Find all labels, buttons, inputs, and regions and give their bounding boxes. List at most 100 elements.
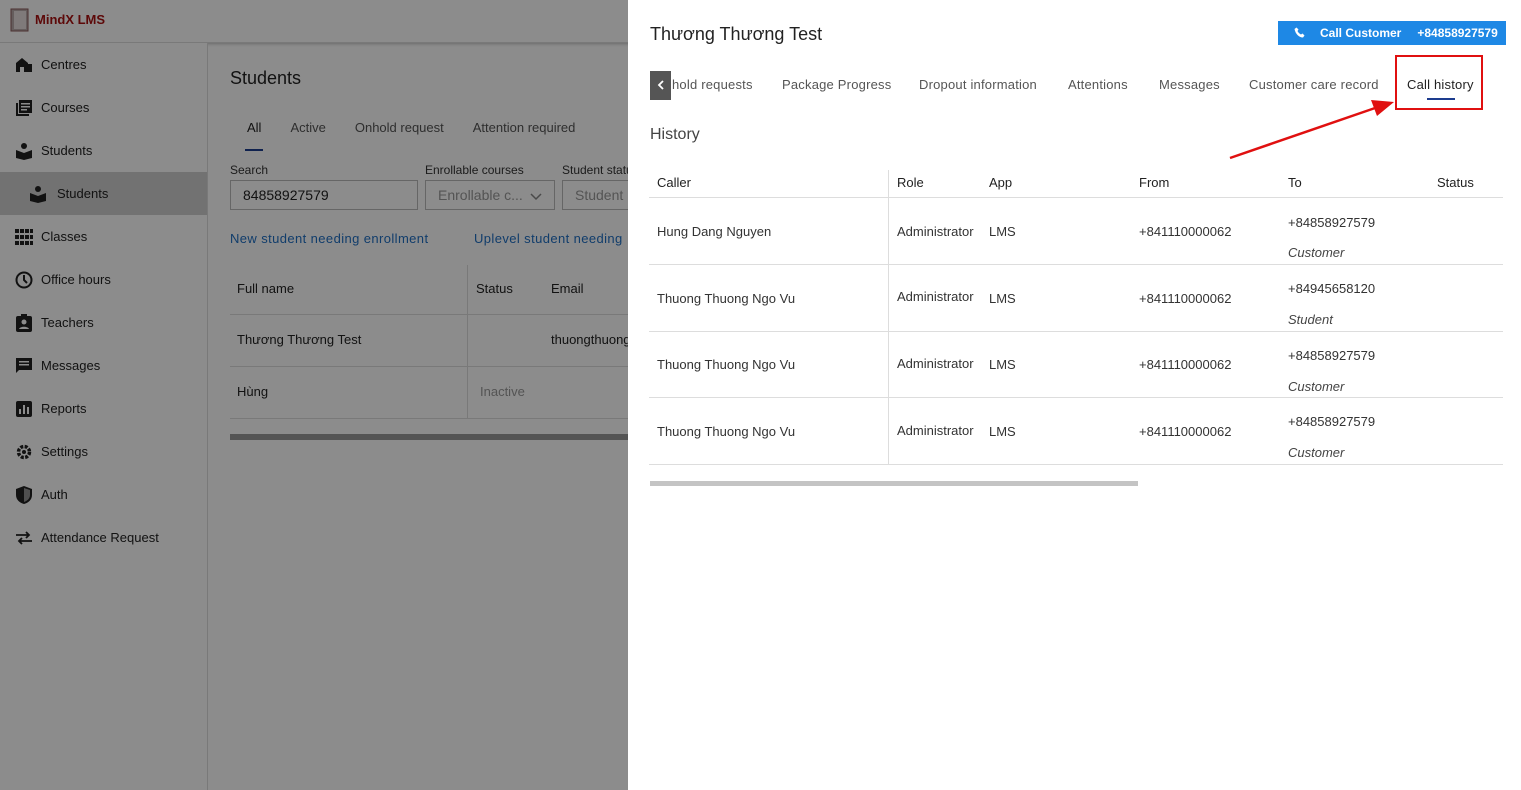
enrollable-courses-select[interactable]: Enrollable c... bbox=[425, 180, 555, 210]
sidebar-item-teachers[interactable]: Teachers bbox=[0, 301, 207, 344]
student-detail-drawer: Thương Thương Test Call Customer +848589… bbox=[628, 0, 1521, 790]
column-header-full-name: Full name bbox=[237, 281, 295, 296]
call-caller: Hung Dang Nguyen bbox=[657, 224, 772, 239]
student-name[interactable]: Thương Thương Test bbox=[237, 332, 361, 347]
column-divider bbox=[888, 170, 889, 465]
column-header-to: To bbox=[1288, 175, 1302, 190]
tab-messages[interactable]: Messages bbox=[1159, 77, 1220, 92]
call-caller: Thuong Thuong Ngo Vu bbox=[657, 357, 796, 372]
sidebar-item-label: Messages bbox=[41, 358, 101, 373]
logo-text: MindX LMS bbox=[35, 12, 106, 27]
tab-attention-required[interactable]: Attention required bbox=[473, 112, 576, 146]
sidebar: Centres Courses Students Students Classe… bbox=[0, 43, 208, 790]
call-to-type: Customer bbox=[1288, 379, 1345, 394]
call-role: Administrator bbox=[897, 224, 974, 239]
student-status: Inactive bbox=[480, 384, 525, 399]
sidebar-item-students-sub[interactable]: Students bbox=[0, 172, 207, 215]
call-app: LMS bbox=[989, 424, 1016, 439]
call-role: Administrator bbox=[897, 356, 974, 371]
student-icon bbox=[28, 184, 48, 204]
call-customer-button[interactable]: Call Customer +84858927579 bbox=[1278, 21, 1506, 45]
horizontal-scrollbar[interactable] bbox=[230, 434, 630, 440]
sidebar-item-auth[interactable]: Auth bbox=[0, 473, 207, 516]
section-title: History bbox=[650, 126, 700, 143]
call-to-type: Customer bbox=[1288, 445, 1345, 460]
shield-icon bbox=[14, 485, 34, 505]
annotation-highlight-box bbox=[1395, 55, 1483, 110]
call-to-type: Student bbox=[1288, 312, 1333, 327]
tab-package-progress[interactable]: Package Progress bbox=[782, 77, 891, 92]
row-divider bbox=[649, 197, 1503, 198]
call-customer-label: Call Customer bbox=[1320, 26, 1402, 40]
sidebar-item-settings[interactable]: Settings bbox=[0, 430, 207, 473]
sidebar-item-label: Settings bbox=[41, 444, 88, 459]
new-student-link[interactable]: New student needing enrollment bbox=[230, 231, 428, 246]
column-header-role: Role bbox=[897, 175, 924, 190]
column-divider bbox=[467, 265, 468, 418]
uplevel-student-link[interactable]: Uplevel student needing bbox=[474, 231, 623, 246]
sidebar-item-label: Classes bbox=[41, 229, 88, 244]
call-role: Administrator bbox=[897, 423, 974, 438]
column-header-from: From bbox=[1139, 175, 1170, 190]
tab-onhold-requests[interactable]: hold requests bbox=[672, 77, 753, 92]
row-divider bbox=[649, 264, 1503, 265]
call-app: LMS bbox=[989, 224, 1016, 239]
tab-attentions[interactable]: Attentions bbox=[1068, 77, 1128, 92]
call-role: Administrator bbox=[897, 289, 974, 304]
row-divider bbox=[230, 314, 630, 315]
chart-icon bbox=[14, 399, 34, 419]
call-app: LMS bbox=[989, 357, 1016, 372]
horizontal-scrollbar[interactable] bbox=[650, 481, 1138, 486]
student-name[interactable]: Hùng bbox=[237, 384, 268, 399]
sidebar-item-label: Teachers bbox=[41, 315, 94, 330]
enrollable-courses-value: Enrollable c... bbox=[438, 187, 523, 203]
sidebar-item-courses[interactable]: Courses bbox=[0, 86, 207, 129]
row-divider bbox=[649, 331, 1503, 332]
phone-icon bbox=[1294, 27, 1306, 39]
student-email: thuongthuong bbox=[551, 332, 631, 347]
call-app: LMS bbox=[989, 291, 1016, 306]
swap-arrows-icon bbox=[14, 528, 34, 548]
tab-customer-care-record[interactable]: Customer care record bbox=[1249, 77, 1379, 92]
chevron-left-icon bbox=[657, 77, 665, 95]
tabs-scroll-left-button[interactable] bbox=[650, 71, 671, 100]
tab-active[interactable]: Active bbox=[290, 112, 325, 146]
call-from: +841110000062 bbox=[1139, 291, 1232, 306]
call-to: +84858927579 bbox=[1288, 414, 1376, 429]
sidebar-item-label: Courses bbox=[41, 100, 90, 115]
logo-icon bbox=[10, 8, 29, 32]
student-status-label: Student statu bbox=[562, 163, 633, 177]
tab-onhold-request[interactable]: Onhold request bbox=[355, 112, 444, 146]
sidebar-item-office-hours[interactable]: Office hours bbox=[0, 258, 207, 301]
call-from: +841110000062 bbox=[1139, 424, 1232, 439]
column-header-app: App bbox=[989, 175, 1013, 190]
sidebar-item-label: Centres bbox=[41, 57, 87, 72]
drawer-title: Thương Thương Test bbox=[650, 24, 823, 44]
column-header-email: Email bbox=[551, 281, 584, 296]
sidebar-item-students[interactable]: Students bbox=[0, 129, 207, 172]
sidebar-item-centres[interactable]: Centres bbox=[0, 43, 207, 86]
gear-icon bbox=[14, 442, 34, 462]
tab-all[interactable]: All bbox=[244, 112, 264, 151]
column-header-status: Status bbox=[1437, 175, 1474, 190]
sidebar-item-classes[interactable]: Classes bbox=[0, 215, 207, 258]
search-label: Search bbox=[230, 163, 269, 177]
sidebar-item-attendance-request[interactable]: Attendance Request bbox=[0, 516, 207, 559]
students-tabs: All Active Onhold request Attention requ… bbox=[230, 112, 604, 151]
search-input[interactable]: 84858927579 bbox=[230, 180, 418, 210]
row-divider bbox=[649, 397, 1503, 398]
call-from: +841110000062 bbox=[1139, 224, 1232, 239]
sidebar-item-messages[interactable]: Messages bbox=[0, 344, 207, 387]
row-divider bbox=[649, 464, 1503, 465]
call-to: +84858927579 bbox=[1288, 215, 1376, 230]
tab-dropout-information[interactable]: Dropout information bbox=[919, 77, 1037, 92]
sidebar-item-label: Students bbox=[41, 143, 93, 158]
sidebar-item-label: Attendance Request bbox=[41, 530, 159, 545]
book-list-icon bbox=[14, 98, 34, 118]
student-status-select[interactable]: Student bbox=[562, 180, 632, 210]
column-header-caller: Caller bbox=[657, 175, 691, 190]
sidebar-item-reports[interactable]: Reports bbox=[0, 387, 207, 430]
call-to-type: Customer bbox=[1288, 245, 1345, 260]
call-caller: Thuong Thuong Ngo Vu bbox=[657, 291, 796, 306]
row-divider bbox=[230, 418, 630, 419]
